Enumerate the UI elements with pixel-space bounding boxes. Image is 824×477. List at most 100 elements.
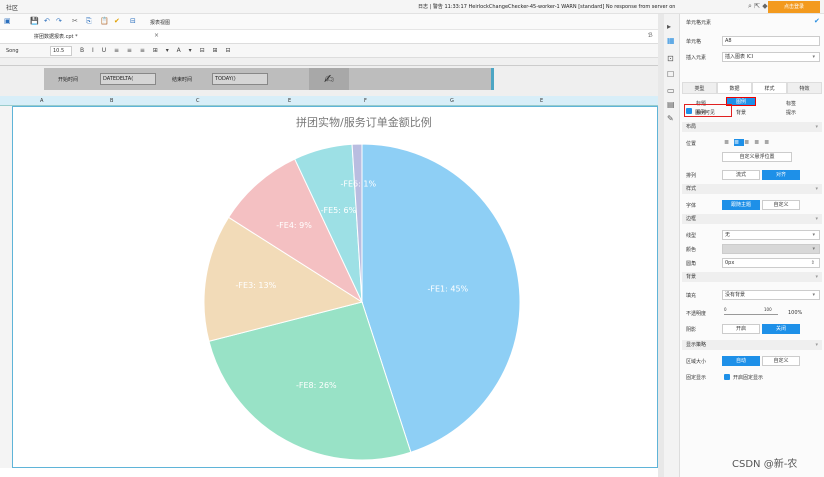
background-section[interactable]: 背景 ▾ bbox=[682, 272, 822, 282]
layout-section[interactable]: 布局 ▾ bbox=[682, 122, 822, 132]
parameter-pane: 开始时间 DATEDELTA( 结束时间 TODAY() ✍ bbox=[44, 68, 494, 90]
column-g[interactable]: G bbox=[450, 98, 454, 104]
line-type-label: 线型 bbox=[686, 233, 697, 239]
expand-icon[interactable]: ▸ bbox=[667, 22, 671, 31]
chart-title: 拼团实物/服务订单金额比例 bbox=[296, 116, 432, 129]
start-time-field[interactable]: DATEDELTA( bbox=[100, 73, 156, 85]
row-header bbox=[0, 106, 12, 468]
end-time-label: 结束时间 bbox=[172, 77, 193, 83]
arrange-align-button[interactable]: 对齐 bbox=[762, 170, 800, 180]
panel-title: 单元格元素 bbox=[686, 20, 712, 26]
format-painter-icon[interactable]: ✔ bbox=[114, 17, 120, 25]
cell-field[interactable]: A8 bbox=[722, 36, 820, 46]
opacity-value[interactable]: 100% bbox=[788, 310, 802, 316]
subtab-label[interactable]: 标签 bbox=[776, 100, 806, 107]
column-f[interactable]: F bbox=[364, 98, 367, 104]
area-size-label: 区域大小 bbox=[686, 359, 707, 365]
opacity-label: 不透明度 bbox=[686, 311, 707, 317]
tab-data[interactable]: 数据 bbox=[717, 82, 752, 94]
pane-resize-handle[interactable] bbox=[491, 68, 494, 90]
custom-position-button[interactable]: 自定义悬浮位置 bbox=[722, 152, 792, 162]
format-buttons[interactable]: B I U ≡ ≡ ≡ ⊞ ▾ A ▾ ⊟ ⊞ ⊟ bbox=[80, 47, 233, 54]
side-icon-bar: ▸ ▦ ⊡ ☐ ▭ ▤ ✎ bbox=[664, 14, 680, 477]
insert-select[interactable]: 插入图表 ICI ▾ bbox=[722, 52, 820, 62]
area-custom-button[interactable]: 自定义 bbox=[762, 356, 800, 366]
pie-slice-label: -FE6: 1% bbox=[340, 180, 376, 189]
tab-type[interactable]: 类型 bbox=[682, 82, 717, 94]
undo-icon[interactable]: ↶ bbox=[44, 17, 50, 25]
opacity-slider[interactable] bbox=[724, 314, 778, 315]
arrange-label: 排列 bbox=[686, 173, 697, 179]
font-size-select[interactable]: 10.5 bbox=[50, 46, 72, 56]
border-section[interactable]: 边框 ▾ bbox=[682, 214, 822, 224]
subtab-tooltip[interactable]: 提示 bbox=[776, 109, 806, 116]
shadow-on-button[interactable]: 开启 bbox=[722, 324, 760, 334]
property-panel: 单元格元素 ✔ 单元格 A8 插入元素 插入图表 ICI ▾ 类型 数据 样式 特… bbox=[680, 14, 824, 477]
font-theme-button[interactable]: 跟随主题 bbox=[722, 200, 760, 210]
title-bar: 社区 日志 | 警告 11:33:17 HeirlockChangeChecke… bbox=[0, 0, 824, 14]
view-label[interactable]: 报表视图 bbox=[150, 19, 170, 26]
shadow-off-button[interactable]: 关闭 bbox=[762, 324, 800, 334]
column-e[interactable]: E bbox=[288, 98, 291, 104]
column-header: A B C E F G E bbox=[0, 96, 664, 106]
opacity-min: 0 bbox=[724, 307, 727, 312]
copy-icon[interactable]: ⎘ bbox=[86, 17, 92, 26]
close-tab-icon[interactable]: × bbox=[154, 32, 159, 39]
display-section[interactable]: 显示策略 ▾ bbox=[682, 340, 822, 350]
column-b[interactable]: B bbox=[110, 98, 113, 104]
column-h[interactable]: E bbox=[540, 98, 543, 104]
position-buttons[interactable]: ≣≣≣≣≣ bbox=[724, 139, 774, 146]
document-tabbar: 拼团数据报表.cpt * × ℬ bbox=[0, 30, 664, 44]
pie-slice-label: -FE4: 9% bbox=[276, 221, 312, 230]
main-toolbar: ▣ 💾 ↶ ↷ ✂ ⎘ 📋 ✔ ⊟ 报表视图 bbox=[0, 14, 664, 30]
pie-chart[interactable]: -FE1: 45% -FE8: 26% -FE3: 13% -FE4: 9% -FE5:… bbox=[190, 130, 530, 462]
link-icon[interactable]: ✎ bbox=[667, 114, 674, 123]
tab-effect[interactable]: 特效 bbox=[787, 82, 822, 94]
style-icon[interactable]: ▤ bbox=[667, 100, 675, 109]
watermark: CSDN @新-农 bbox=[732, 459, 798, 470]
search-icon[interactable]: ⌕ ⇱ ◆ bbox=[748, 2, 768, 11]
confirm-icon[interactable]: ✔ bbox=[814, 17, 820, 25]
property-tabs: 类型 数据 样式 特效 bbox=[682, 82, 822, 94]
pie-slice-label: -FE5: 6% bbox=[321, 206, 357, 215]
arrange-flow-button[interactable]: 流式 bbox=[722, 170, 760, 180]
tab-style[interactable]: 样式 bbox=[752, 82, 787, 94]
redo-icon[interactable]: ↷ bbox=[56, 17, 62, 25]
area-auto-button[interactable]: 自动 bbox=[722, 356, 760, 366]
fixed-display-label: 固定显示 bbox=[686, 375, 707, 381]
shadow-label: 阴影 bbox=[686, 327, 697, 333]
cell-icon[interactable]: ▦ bbox=[667, 36, 675, 45]
position-label: 位置 bbox=[686, 141, 697, 147]
cut-icon[interactable]: ✂ bbox=[72, 17, 78, 25]
editor-mode-icon[interactable]: ℬ bbox=[648, 32, 653, 39]
font-custom-button[interactable]: 自定义 bbox=[762, 200, 800, 210]
tab-report[interactable]: 拼团数据报表.cpt * bbox=[34, 33, 78, 40]
preview-icon[interactable]: ⊟ bbox=[130, 17, 136, 25]
start-time-label: 开始时间 bbox=[58, 77, 79, 83]
opacity-max: 100 bbox=[764, 307, 772, 312]
edit-pen-icon[interactable]: ✍ bbox=[309, 68, 349, 90]
end-time-field[interactable]: TODAY() bbox=[212, 73, 268, 85]
font-select[interactable]: Song bbox=[6, 48, 19, 54]
fill-select[interactable]: 没有背景 ▾ bbox=[722, 290, 820, 300]
pie-slice-label: -FE8: 26% bbox=[296, 381, 337, 390]
attribute-icon[interactable]: ▭ bbox=[667, 86, 675, 95]
save-icon[interactable]: 💾 bbox=[30, 17, 39, 25]
template-icon[interactable]: ☐ bbox=[667, 70, 674, 79]
log-message: 日志 | 警告 11:33:17 HeirlockChangeChecker-4… bbox=[418, 4, 676, 10]
column-c[interactable]: C bbox=[196, 98, 200, 104]
style-section[interactable]: 样式 ▾ bbox=[682, 184, 822, 194]
fixed-display-checkbox[interactable] bbox=[724, 374, 730, 380]
login-button[interactable]: 点击登录 bbox=[768, 1, 820, 13]
color-select[interactable]: ▾ bbox=[722, 244, 820, 254]
pie-slice-label: -FE1: 45% bbox=[428, 284, 469, 293]
column-a[interactable]: A bbox=[40, 98, 43, 104]
paste-icon[interactable]: 📋 bbox=[100, 17, 109, 25]
line-type-select[interactable]: 无 ▾ bbox=[722, 230, 820, 240]
widget-icon[interactable]: ⊡ bbox=[667, 54, 674, 63]
file-icon[interactable]: ▣ bbox=[4, 17, 11, 25]
font-label: 字体 bbox=[686, 203, 697, 209]
color-label: 颜色 bbox=[686, 247, 697, 253]
radius-field[interactable]: 0px ⇕ bbox=[722, 258, 820, 268]
radius-label: 圆角 bbox=[686, 261, 697, 267]
